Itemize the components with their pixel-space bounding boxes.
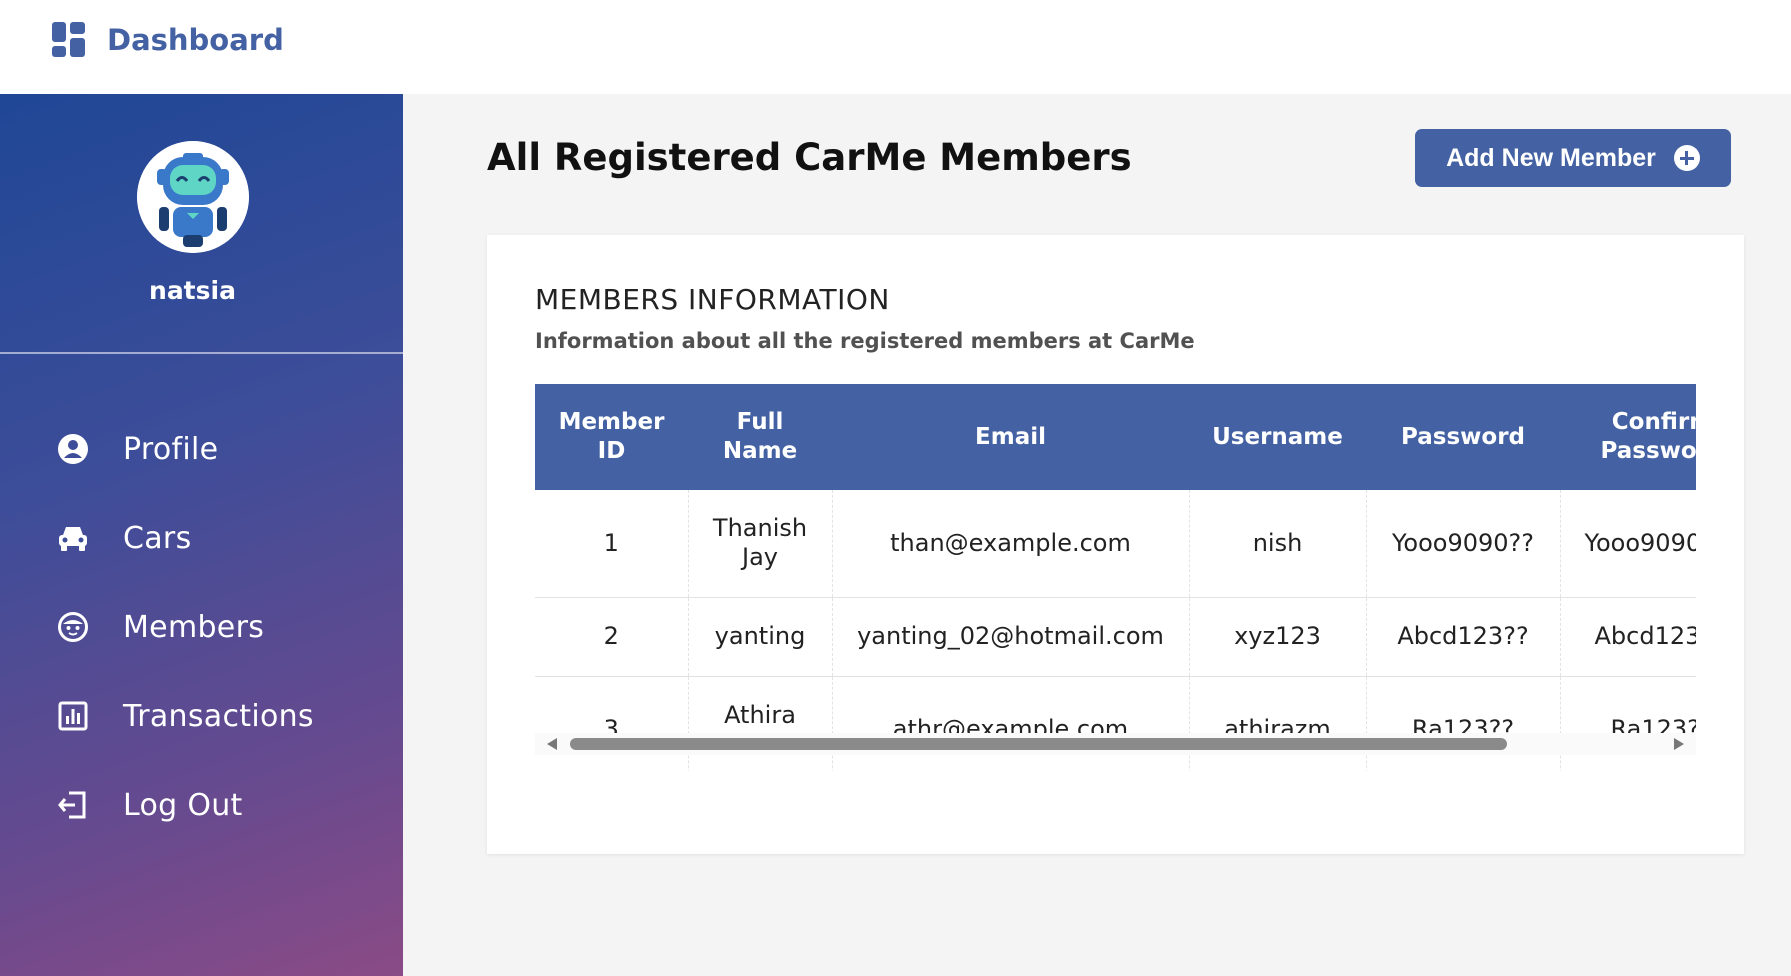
cell-member-id: 3: [535, 676, 689, 771]
brand[interactable]: Dashboard: [52, 22, 284, 57]
sidebar-item-cars[interactable]: Cars: [0, 508, 403, 568]
members-table: Member ID Full Name Email Username Passw…: [535, 384, 1696, 771]
members-face-icon: [55, 609, 91, 645]
sidebar-item-members[interactable]: Members: [0, 597, 403, 657]
column-header-member-id[interactable]: Member ID: [535, 384, 688, 490]
add-new-member-label: Add New Member: [1446, 143, 1656, 172]
cell-full-name: yanting: [688, 597, 833, 677]
table-row: 3 Athira Azman athr@example.com athirazm…: [535, 676, 1696, 771]
sidebar-item-label: Transactions: [123, 698, 314, 734]
members-table-container[interactable]: Member ID Full Name Email Username Passw…: [535, 384, 1696, 771]
cell-confirm-password: Abcd123??: [1560, 597, 1696, 677]
sidebar-item-label: Log Out: [123, 787, 243, 823]
user-circle-icon: [55, 431, 91, 467]
cell-email: yanting_02@hotmail.com: [832, 597, 1190, 677]
sidebar-item-profile[interactable]: Profile: [0, 419, 403, 479]
sidebar-username: natsia: [149, 276, 236, 305]
cell-confirm-password: Ra123??: [1560, 676, 1696, 771]
cell-username: xyz123: [1189, 597, 1367, 677]
cell-username: athirazm: [1189, 676, 1367, 771]
table-header-row: Member ID Full Name Email Username Passw…: [535, 384, 1696, 490]
column-header-email[interactable]: Email: [832, 384, 1189, 490]
sidebar-item-label: Cars: [123, 520, 192, 556]
sidebar-item-logout[interactable]: Log Out: [0, 775, 403, 835]
sidebar-item-label: Members: [123, 609, 265, 645]
plus-circle-icon: [1673, 145, 1700, 171]
members-card: MEMBERS INFORMATION Information about al…: [487, 235, 1744, 854]
cell-password: Ra123??: [1366, 676, 1561, 771]
cell-email: athr@example.com: [832, 676, 1190, 771]
cell-member-id: 1: [535, 490, 689, 598]
robot-avatar-icon: [137, 141, 249, 253]
add-new-member-button[interactable]: Add New Member: [1415, 129, 1731, 187]
sidebar-item-label: Profile: [123, 431, 219, 467]
logout-icon: [55, 787, 91, 823]
cell-full-name: Thanish Jay: [688, 490, 833, 598]
column-header-password[interactable]: Password: [1366, 384, 1560, 490]
cell-confirm-password: Yooo9090??: [1560, 490, 1696, 598]
car-icon: [55, 520, 91, 556]
column-header-username[interactable]: Username: [1189, 384, 1366, 490]
table-row: 1 Thanish Jay than@example.com nish Yooo…: [535, 490, 1696, 598]
page-title: All Registered CarMe Members: [487, 136, 1132, 179]
scroll-left-arrow-icon[interactable]: [547, 738, 557, 750]
cell-email: than@example.com: [832, 490, 1190, 598]
dashboard-title: Dashboard: [107, 22, 284, 57]
cell-full-name: Athira Azman: [688, 676, 833, 771]
card-subtitle: Information about all the registered mem…: [535, 329, 1195, 353]
cell-password: Abcd123??: [1366, 597, 1561, 677]
chart-bar-icon: [55, 698, 91, 734]
top-bar: Dashboard: [0, 0, 1791, 94]
column-header-confirm-password[interactable]: Confirm Password: [1560, 384, 1696, 490]
sidebar-divider: [0, 352, 403, 354]
cell-member-id: 2: [535, 597, 689, 677]
scroll-right-arrow-icon[interactable]: [1674, 738, 1684, 750]
table-row: 2 yanting yanting_02@hotmail.com xyz123 …: [535, 597, 1696, 677]
dashboard-grid-icon: [52, 22, 85, 57]
cell-password: Yooo9090??: [1366, 490, 1561, 598]
horizontal-scrollbar[interactable]: [535, 733, 1696, 755]
cell-username: nish: [1189, 490, 1367, 598]
sidebar: natsia Profile Cars Members Transactions…: [0, 94, 403, 976]
scrollbar-thumb[interactable]: [570, 738, 1507, 750]
column-header-full-name[interactable]: Full Name: [688, 384, 832, 490]
sidebar-item-transactions[interactable]: Transactions: [0, 686, 403, 746]
card-title: MEMBERS INFORMATION: [535, 283, 890, 316]
